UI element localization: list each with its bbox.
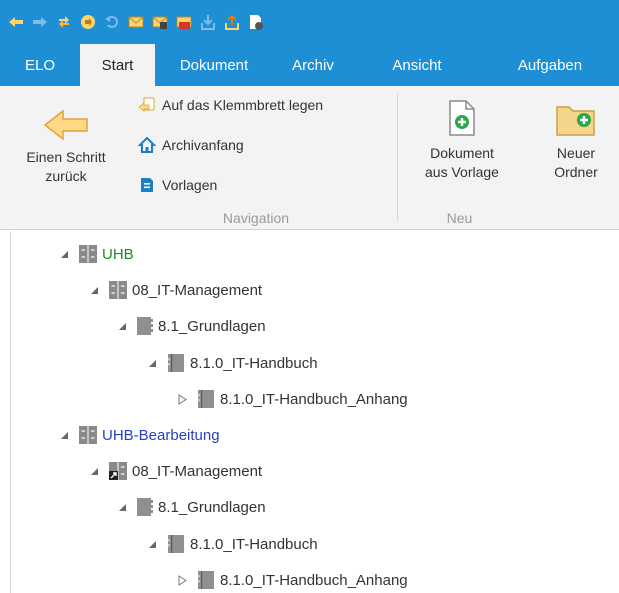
tree-node-label: UHB	[102, 245, 134, 263]
tree-node-label: 8.1.0_IT-Handbuch_Anhang	[220, 390, 408, 408]
tab-dokument[interactable]: Dokument	[155, 44, 273, 86]
register-icon	[196, 570, 216, 590]
tree-node[interactable]: 8.1_Grundlagen	[116, 489, 266, 525]
tab-aufgaben[interactable]: Aufgaben	[481, 44, 619, 86]
expand-toggle-icon[interactable]	[176, 574, 188, 586]
tree-node[interactable]: 8.1.0_IT-Handbuch_Anhang	[176, 562, 408, 593]
templates-button[interactable]: Vorlagen	[138, 176, 217, 194]
register-icon	[196, 389, 216, 409]
mail-pdf-icon[interactable]	[174, 12, 194, 32]
tree-node[interactable]: 08_IT-Management	[88, 272, 262, 308]
tree-node-label: 8.1.0_IT-Handbuch	[190, 354, 318, 372]
quick-access-toolbar	[0, 0, 619, 44]
neu-group: Dokument aus Vorlage Neuer Ordner Neu	[400, 86, 619, 230]
cabinet-icon	[108, 280, 128, 300]
folder-icon	[136, 316, 154, 336]
tree-node-label: 8.1.0_IT-Handbuch	[190, 535, 318, 553]
clipboard-icon	[138, 96, 156, 114]
ribbon-separator	[397, 94, 398, 221]
collapse-toggle-icon[interactable]	[88, 284, 100, 296]
expand-toggle-icon[interactable]	[176, 393, 188, 405]
templates-label: Vorlagen	[162, 177, 218, 193]
collapse-toggle-icon[interactable]	[88, 465, 100, 477]
navigation-group-label: Navigation	[222, 210, 290, 226]
collapse-toggle-icon[interactable]	[58, 248, 70, 260]
tab-elo[interactable]: ELO	[0, 44, 80, 86]
back-step-label-1: Einen Schritt	[26, 149, 106, 165]
collapse-toggle-icon[interactable]	[146, 538, 158, 550]
tree-node-label: 8.1_Grundlagen	[158, 498, 266, 516]
archive-start-label: Archivanfang	[162, 137, 244, 153]
tree-node[interactable]: 8.1_Grundlagen	[116, 308, 266, 344]
tab-start[interactable]: Start	[80, 44, 155, 86]
archive-start-button[interactable]: Archivanfang	[138, 136, 244, 154]
checkin-icon[interactable]	[222, 12, 242, 32]
home-icon	[138, 136, 156, 154]
tree-node[interactable]: UHB	[58, 236, 134, 272]
tree-node-label: 8.1_Grundlagen	[158, 317, 266, 335]
tree-node[interactable]: 8.1.0_IT-Handbuch_Anhang	[176, 381, 408, 417]
document-from-template-label-1: Dokument	[430, 145, 494, 161]
collapse-toggle-icon[interactable]	[116, 501, 128, 513]
tree-node[interactable]: 8.1.0_IT-Handbuch	[146, 526, 318, 562]
tree-node-label: UHB-Bearbeitung	[102, 426, 220, 444]
mail-icon[interactable]	[126, 12, 146, 32]
cabinet-icon	[78, 425, 98, 445]
tree-node[interactable]: 8.1.0_IT-Handbuch	[146, 345, 318, 381]
new-document-icon	[445, 98, 479, 144]
tree-node[interactable]: 08_IT-Management	[88, 453, 262, 489]
folder-icon	[136, 497, 154, 517]
new-folder-label-2: Ordner	[554, 164, 598, 180]
tree-node-label: 8.1.0_IT-Handbuch_Anhang	[220, 571, 408, 589]
back-arrow-icon[interactable]	[6, 12, 26, 32]
back-arrow-large-icon	[43, 108, 89, 148]
clipboard-label: Auf das Klemmbrett legen	[162, 97, 324, 113]
navigate-icon[interactable]	[78, 12, 98, 32]
register-icon	[166, 534, 186, 554]
template-icon	[138, 176, 156, 194]
mail-link-icon[interactable]	[150, 12, 170, 32]
collapse-toggle-icon[interactable]	[146, 357, 158, 369]
back-step-button[interactable]: Einen Schritt zurück	[4, 108, 128, 186]
tab-ansicht[interactable]: Ansicht	[353, 44, 481, 86]
document-from-template-button[interactable]: Dokument aus Vorlage	[406, 98, 518, 182]
checkout-icon[interactable]	[198, 12, 218, 32]
cabinet-reference-icon	[108, 461, 128, 481]
neu-group-label: Neu	[446, 210, 473, 226]
tab-archiv[interactable]: Archiv	[273, 44, 353, 86]
tree-node-label: 08_IT-Management	[132, 462, 263, 480]
cabinet-icon	[78, 244, 98, 264]
forward-arrow-icon[interactable]	[30, 12, 50, 32]
ribbon: Einen Schritt zurück Auf das Klemmbrett …	[0, 86, 619, 230]
document-from-template-label-2: aus Vorlage	[425, 164, 499, 180]
new-folder-icon	[554, 98, 598, 144]
ribbon-tab-bar: ELO Start Dokument Archiv Ansicht Aufgab…	[0, 44, 619, 86]
navigation-group: Einen Schritt zurück Auf das Klemmbrett …	[0, 86, 392, 230]
collapse-toggle-icon[interactable]	[116, 320, 128, 332]
register-icon	[166, 353, 186, 373]
tree-node[interactable]: UHB-Bearbeitung	[58, 417, 220, 453]
back-step-label-2: zurück	[45, 168, 87, 184]
undo-icon[interactable]	[102, 12, 122, 32]
tree-divider	[10, 231, 11, 593]
collapse-toggle-icon[interactable]	[58, 429, 70, 441]
document-properties-icon[interactable]	[246, 12, 266, 32]
refresh-icon[interactable]	[54, 12, 74, 32]
new-folder-button[interactable]: Neuer Ordner	[536, 98, 616, 182]
clipboard-button[interactable]: Auf das Klemmbrett legen	[138, 96, 323, 114]
tree-node-label: 08_IT-Management	[132, 281, 263, 299]
new-folder-label-1: Neuer	[556, 145, 596, 161]
